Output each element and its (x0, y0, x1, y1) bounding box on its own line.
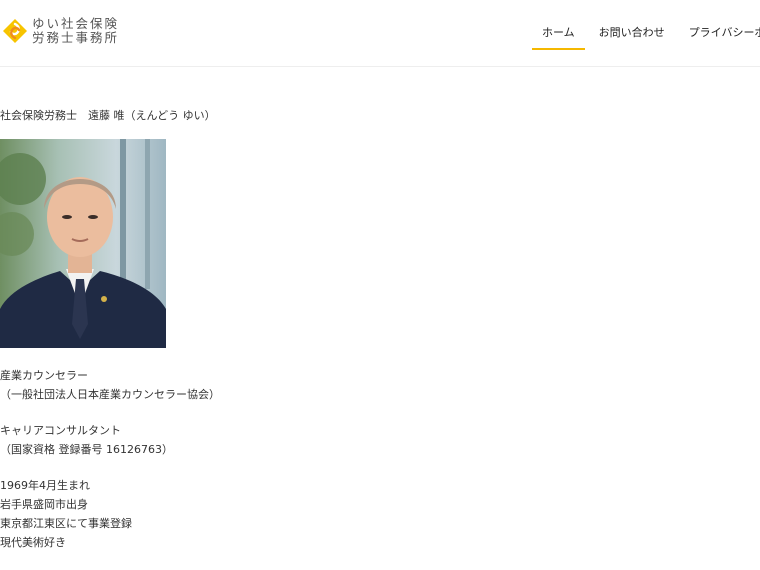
logo-line-1: ゆい社会保険 (32, 16, 120, 31)
logo-text: ゆい社会保険 労務士事務所 (32, 17, 119, 45)
site-header: ゆい社会保険 労務士事務所 ホーム お問い合わせ プライバシーポリシー (0, 0, 760, 67)
profile-photo (0, 139, 166, 348)
qualification-name: 産業カウンセラー (0, 369, 88, 382)
nav-item-contact[interactable]: お問い合わせ (587, 0, 677, 66)
bio-birth: 1969年4月生まれ (0, 479, 90, 492)
logo-line-2: 労務士事務所 (32, 30, 120, 45)
profile-bio: 1969年4月生まれ 岩手県盛岡市出身 東京都江東区にて事業登録 現代美術好き (0, 476, 132, 552)
qualification-detail: （一般社団法人日本産業カウンセラー協会） (0, 388, 220, 401)
profile-title: 社会保険労務士 遠藤 唯（えんどう ゆい） (0, 109, 216, 122)
nav-item-home[interactable]: ホーム (530, 0, 587, 66)
site-logo[interactable]: ゆい社会保険 労務士事務所 (2, 17, 119, 45)
qualification-career-consultant: キャリアコンサルタント （国家資格 登録番号 16126763） (0, 421, 173, 459)
qualification-name: キャリアコンサルタント (0, 424, 121, 437)
bio-hometown: 岩手県盛岡市出身 (0, 498, 88, 511)
logo-icon (3, 19, 27, 43)
qualification-counselor: 産業カウンセラー （一般社団法人日本産業カウンセラー協会） (0, 366, 220, 404)
main-nav: ホーム お問い合わせ プライバシーポリシー (530, 0, 760, 66)
main-content: 社会保険労務士 遠藤 唯（えんどう ゆい） (0, 106, 760, 125)
nav-item-privacy-policy[interactable]: プライバシーポリシー (677, 0, 760, 66)
qualification-detail: （国家資格 登録番号 16126763） (0, 443, 173, 456)
bio-business-registration: 東京都江東区にて事業登録 (0, 517, 132, 530)
bio-hobby: 現代美術好き (0, 536, 66, 549)
